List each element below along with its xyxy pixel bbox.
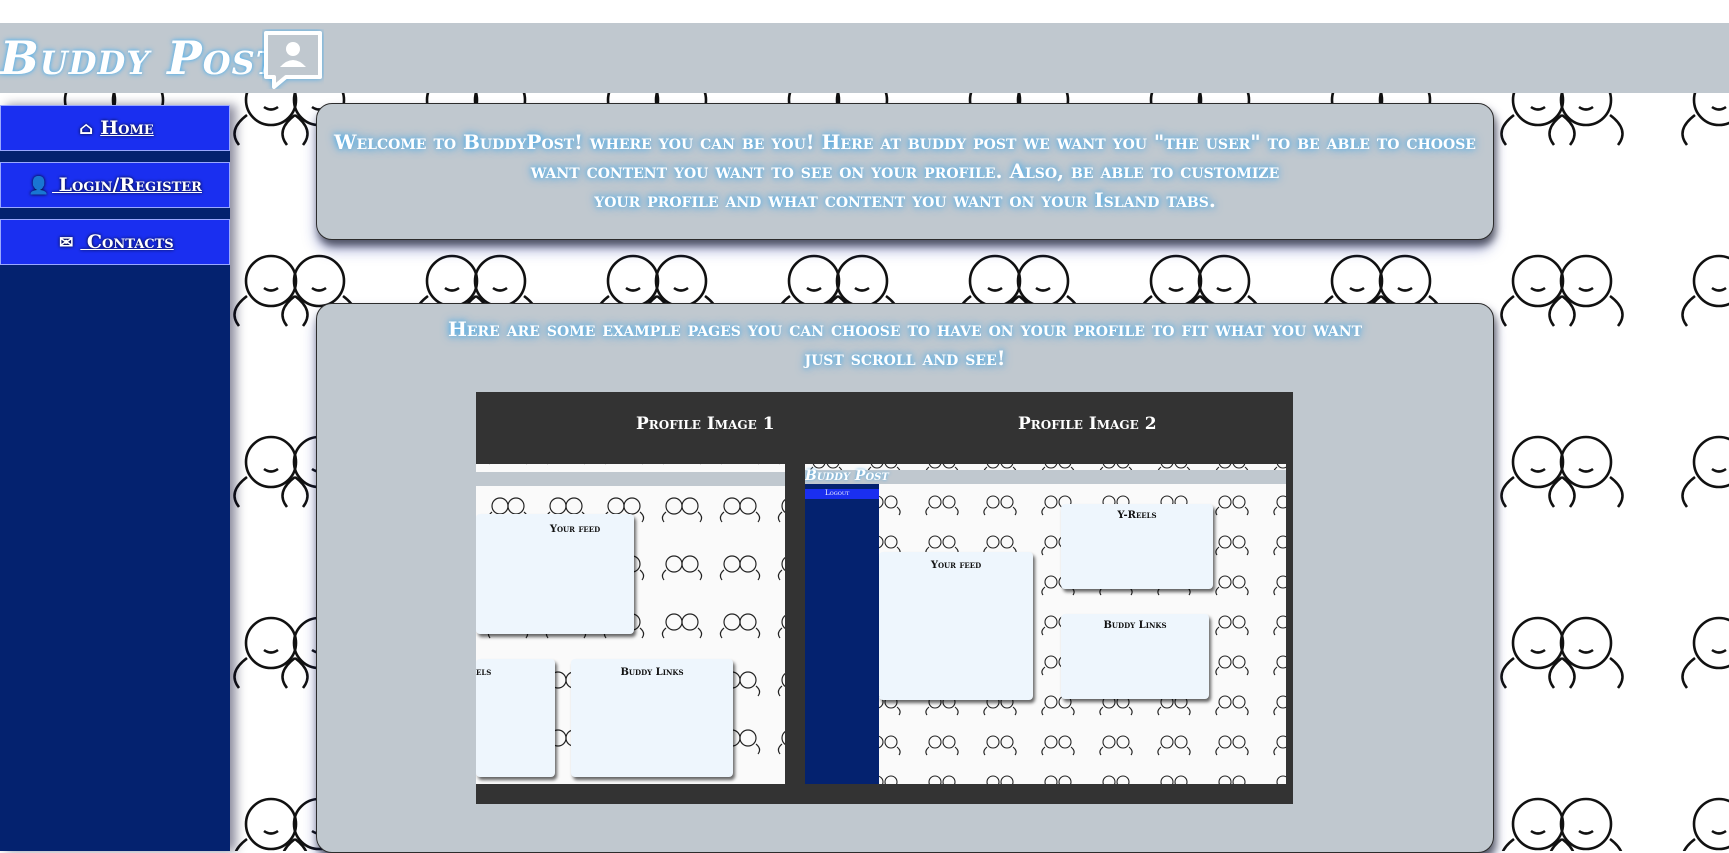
welcome-line-2: want content you want to see on your pro… (530, 159, 1280, 183)
examples-line-1: Here are some example pages you can choo… (447, 317, 1363, 341)
reels-card: els (476, 659, 555, 777)
welcome-panel: Welcome to BuddyPost! where you can be y… (316, 103, 1494, 240)
sidebar-item-label: Contacts (80, 231, 174, 253)
sidebar-nav: ⌂ Home 👤 Login/Register ✉ Contacts (0, 105, 230, 851)
y-reels-card: Y-Reels (1061, 504, 1213, 589)
sidebar-item-login-register[interactable]: 👤 Login/Register (0, 162, 230, 208)
profile-image-2-title: Profile Image 2 (1018, 414, 1157, 434)
user-icon: 👤 (28, 176, 50, 196)
examples-line-2: just scroll and see! (804, 346, 1006, 370)
feed-card: Your feed (476, 514, 634, 634)
welcome-message: Welcome to BuddyPost! where you can be y… (317, 104, 1493, 215)
sidebar-item-label: Login/Register (52, 174, 202, 196)
sidebar-item-contacts[interactable]: ✉ Contacts (0, 219, 230, 265)
mini-logo: Buddy Post (805, 468, 889, 484)
welcome-line-3: your profile and what content you want o… (594, 188, 1216, 212)
site-logo-text[interactable]: Buddy Post (0, 31, 281, 85)
profile-image-1: Your feed els Buddy Links (476, 464, 785, 784)
feed-card: Your feed (879, 552, 1033, 700)
profile-image-2-pattern (805, 464, 1286, 784)
profile-image-1-title: Profile Image 1 (636, 414, 775, 434)
top-header: Buddy Post (0, 23, 1729, 93)
home-icon: ⌂ (79, 119, 94, 139)
examples-panel: Here are some example pages you can choo… (316, 303, 1494, 853)
examples-message: Here are some example pages you can choo… (317, 304, 1493, 373)
sidebar-item-label: Home (100, 117, 154, 139)
sidebar-item-home[interactable]: ⌂ Home (0, 105, 230, 151)
profile-image-2: Buddy Post Logout Your feed Y-Reels Budd… (805, 464, 1286, 784)
mini-logout: Logout (825, 489, 850, 497)
buddy-links-card: Buddy Links (571, 659, 733, 777)
welcome-line-1: Welcome to BuddyPost! where you can be y… (334, 130, 1476, 154)
contact-card-icon (264, 31, 322, 89)
buddy-links-card: Buddy Links (1061, 614, 1209, 699)
profile-image-gallery[interactable]: Profile Image 1 Profile Image 2 Your fee… (476, 392, 1293, 804)
envelope-icon: ✉ (59, 233, 74, 253)
